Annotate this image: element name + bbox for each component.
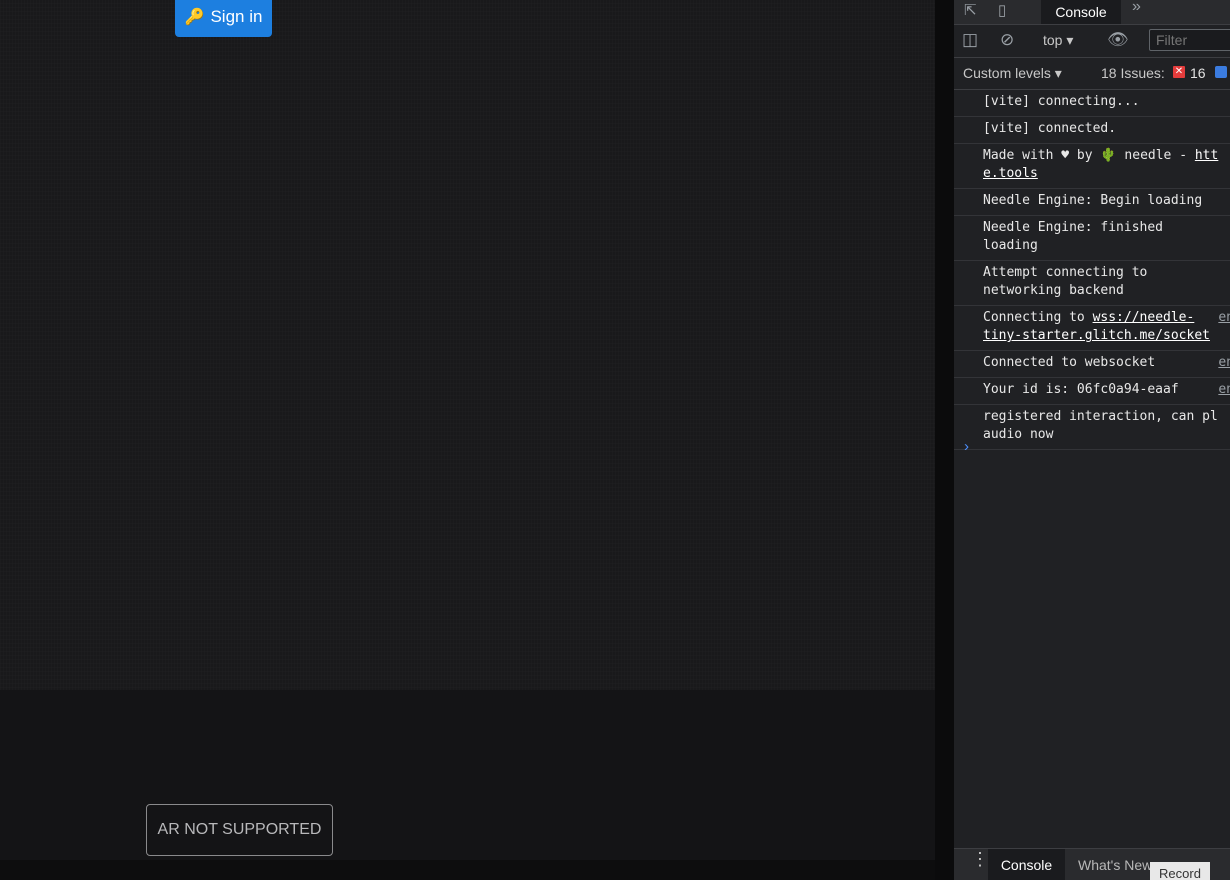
clear-console-icon[interactable]: ⊘ xyxy=(1000,30,1014,50)
context-selector[interactable]: top ▾ xyxy=(1043,32,1073,49)
drawer-tab-console[interactable]: Console xyxy=(988,849,1065,880)
console-message: Made with ♥ by 🌵 needle - htt e.tools xyxy=(954,144,1230,189)
devtools-resize-handle[interactable] xyxy=(935,0,954,880)
sidebar-toggle-icon[interactable]: ◫ xyxy=(962,30,978,50)
console-message: Needle Engine: finished loading xyxy=(954,216,1230,261)
console-message: registered interaction, can pl audio now xyxy=(954,405,1230,450)
more-tabs-icon[interactable]: » xyxy=(1132,0,1141,16)
source-link[interactable]: en xyxy=(1218,309,1230,327)
live-expression-eye-icon[interactable]: 👁 xyxy=(1107,30,1129,50)
issues-label[interactable]: 18 Issues: xyxy=(1101,65,1165,81)
console-message: Attempt connecting to networking backend xyxy=(954,261,1230,306)
key-icon: 🔑 xyxy=(184,8,205,26)
device-toolbar-icon[interactable]: ▯ xyxy=(998,1,1006,19)
sign-in-button[interactable]: 🔑 Sign in xyxy=(175,0,272,37)
drawer-menu-icon[interactable]: ⋮ xyxy=(971,850,989,868)
console-link[interactable]: e.tools xyxy=(983,166,1038,181)
console-message: [vite] connecting... xyxy=(954,90,1230,117)
console-message: Connecting to wss://needle- tiny-starter… xyxy=(954,306,1230,351)
source-link[interactable]: en xyxy=(1218,354,1230,372)
page-bottom-strip xyxy=(0,860,950,880)
console-link[interactable]: wss://needle- xyxy=(1093,310,1195,325)
console-link[interactable]: tiny-starter.glitch.me/socket xyxy=(983,328,1210,343)
log-levels-dropdown[interactable]: Custom levels ▾ xyxy=(963,65,1062,82)
info-icon xyxy=(1215,66,1227,78)
drawer-tab-whats-new[interactable]: What's New xyxy=(1078,857,1152,873)
sign-in-label: Sign in xyxy=(210,6,263,26)
console-message: [vite] connected. xyxy=(954,117,1230,144)
devtools-panel: ⇱ ▯ Console » ◫ ⊘ top ▾ 👁 Custom levels … xyxy=(954,0,1230,880)
error-icon: ✕ xyxy=(1173,66,1185,78)
filter-input[interactable] xyxy=(1149,29,1230,51)
console-link[interactable]: htt xyxy=(1195,148,1218,163)
console-message: Needle Engine: Begin loading xyxy=(954,189,1230,216)
console-messages: [vite] connecting... [vite] connected. M… xyxy=(954,90,1230,450)
console-message: Connected to websocketen xyxy=(954,351,1230,378)
console-prompt-icon[interactable]: › xyxy=(964,438,969,455)
error-count: 16 xyxy=(1190,65,1206,81)
app-viewport: 🔑 Sign in AR NOT SUPPORTED xyxy=(0,0,935,860)
console-message: Your id is: 06fc0a94-eaafen xyxy=(954,378,1230,405)
ar-button[interactable]: AR NOT SUPPORTED xyxy=(146,804,333,856)
scene-floor xyxy=(0,690,935,860)
tab-console[interactable]: Console xyxy=(1041,0,1121,24)
source-link[interactable]: en xyxy=(1218,381,1230,399)
inspect-element-icon[interactable]: ⇱ xyxy=(964,1,977,19)
record-button[interactable]: Record xyxy=(1150,862,1210,880)
